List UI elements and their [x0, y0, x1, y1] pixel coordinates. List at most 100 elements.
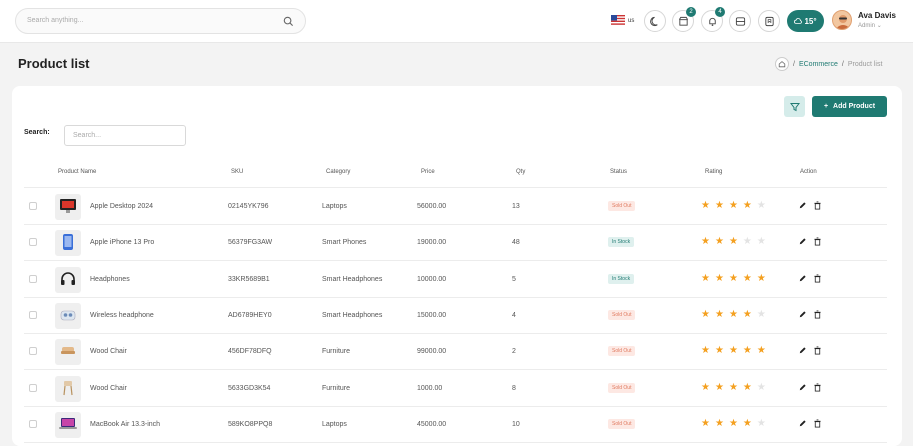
us-flag-icon[interactable] — [611, 15, 625, 25]
user-name[interactable]: Ava Davis — [858, 11, 896, 20]
cart-button[interactable]: 2 — [672, 7, 696, 32]
desktop-icon — [59, 198, 77, 216]
star-icon: ★ — [742, 308, 752, 320]
star-icon: ★ — [756, 200, 766, 211]
global-search-input[interactable]: Search anything... — [15, 8, 306, 34]
trash-icon[interactable] — [813, 310, 822, 319]
product-sku: 589KO8PPQ8 — [228, 420, 273, 428]
user-avatar-icon — [836, 15, 850, 29]
status-badge: Sold Out — [608, 346, 636, 357]
column-header: Rating — [705, 169, 723, 175]
bookmark-icon — [764, 16, 774, 26]
row-actions — [798, 419, 822, 428]
row-actions — [798, 237, 822, 246]
product-sku: 5633GD3K54 — [228, 384, 271, 392]
product-thumbnail — [55, 375, 81, 402]
apps-button[interactable] — [729, 10, 751, 32]
breadcrumb-separator: / — [793, 60, 795, 68]
star-icon: ★ — [728, 272, 738, 284]
product-thumbnail — [55, 411, 81, 438]
column-header: Action — [800, 169, 817, 175]
star-icon: ★ — [756, 308, 766, 320]
cart-count-badge: 2 — [686, 7, 696, 17]
product-list-card: + Add Product Search: Search... Product … — [12, 86, 902, 446]
bookmark-button[interactable] — [758, 10, 780, 32]
table-search-placeholder: Search... — [73, 132, 102, 139]
phone-icon — [62, 233, 74, 253]
rating-stars: ★ ★ ★ ★ ★ — [701, 308, 766, 320]
table-row[interactable]: Wood Chair 5633GD3K54 Furniture 1000.00 8 Sol… — [24, 371, 887, 407]
row-actions — [798, 310, 822, 319]
product-qty: 10 — [512, 420, 520, 428]
product-name: Apple Desktop 2024 — [90, 203, 154, 210]
table-row[interactable]: Apple Desktop 2024 02145YK796 Laptops 56000… — [24, 189, 887, 225]
edit-icon[interactable] — [798, 383, 807, 392]
add-product-button[interactable]: + Add Product — [812, 96, 887, 117]
product-price: 10000.00 — [417, 275, 447, 283]
notifications-button[interactable]: 4 — [701, 7, 725, 32]
star-icon: ★ — [742, 200, 752, 211]
product-qty: 4 — [512, 311, 516, 319]
table-row[interactable]: Wood Chair 456DF78DFQ Furniture 99000.00 2 So… — [24, 334, 887, 371]
row-checkbox[interactable] — [29, 347, 37, 356]
table-row[interactable]: MacBook Air 13.3-inch 589KO8PPQ8 Laptops 45… — [24, 407, 887, 443]
star-icon: ★ — [701, 200, 710, 211]
edit-icon[interactable] — [798, 310, 807, 319]
product-name: Headphones — [90, 275, 130, 283]
star-icon: ★ — [714, 345, 724, 357]
edit-icon[interactable] — [798, 346, 807, 355]
filter-button[interactable] — [784, 96, 805, 117]
product-sku: 33KR5689B1 — [228, 275, 270, 283]
trash-icon[interactable] — [813, 201, 822, 210]
product-name: Apple iPhone 13 Pro — [90, 239, 155, 247]
star-icon: ★ — [728, 308, 738, 320]
breadcrumb-current: Product list — [847, 60, 883, 68]
avatar[interactable] — [832, 10, 852, 30]
language-label[interactable]: us — [628, 18, 634, 24]
table-search-input[interactable]: Search... — [64, 125, 186, 146]
star-icon: ★ — [756, 345, 766, 357]
dark-mode-toggle[interactable] — [644, 10, 666, 32]
edit-icon[interactable] — [798, 201, 807, 210]
table-row[interactable]: Headphones 33KR5689B1 Smart Headphones 1000… — [24, 262, 887, 298]
page-title: Product list — [18, 56, 90, 71]
chair-icon — [59, 344, 77, 360]
row-checkbox[interactable] — [29, 202, 37, 210]
product-price: 1000.00 — [417, 384, 443, 392]
table-row[interactable]: Apple iPhone 13 Pro 56379FG3AW Smart Phone… — [24, 225, 887, 262]
star-icon: ★ — [756, 236, 766, 248]
breadcrumb-home[interactable] — [775, 57, 789, 71]
trash-icon[interactable] — [813, 382, 822, 392]
row-checkbox[interactable] — [29, 383, 37, 392]
trash-icon[interactable] — [813, 274, 822, 283]
breadcrumb-ecommerce[interactable]: ECommerce — [799, 61, 838, 68]
star-icon: ★ — [742, 417, 752, 429]
status-badge: Sold Out — [608, 382, 636, 393]
product-name: MacBook Air 13.3-inch — [90, 420, 161, 428]
row-checkbox[interactable] — [29, 238, 37, 247]
status-badge: Sold Out — [608, 309, 636, 320]
product-thumbnail — [55, 266, 81, 293]
trash-icon[interactable] — [813, 237, 822, 246]
edit-icon[interactable] — [798, 237, 807, 246]
user-role[interactable]: Admin ⌄ — [858, 22, 882, 29]
product-sku: AD6789HEY0 — [228, 311, 272, 319]
row-checkbox[interactable] — [29, 419, 37, 428]
table-row[interactable]: Wireless headphone AD6789HEY0 Smart Headph… — [24, 298, 887, 334]
weather-widget[interactable]: 15° — [787, 10, 824, 32]
star-icon: ★ — [701, 236, 710, 248]
headphones-icon — [60, 271, 76, 289]
trash-icon[interactable] — [813, 346, 822, 355]
table-header: Product Name SKU Category Price Qty Stat… — [24, 166, 887, 188]
trash-icon[interactable] — [813, 419, 822, 428]
row-checkbox[interactable] — [29, 274, 37, 283]
edit-icon[interactable] — [798, 419, 807, 428]
chevron-down-icon: ⌄ — [876, 23, 882, 29]
star-icon: ★ — [756, 417, 766, 429]
moon-icon — [649, 16, 658, 26]
row-checkbox[interactable] — [29, 310, 37, 319]
edit-icon[interactable] — [798, 274, 807, 283]
star-icon: ★ — [701, 417, 710, 429]
product-qty: 2 — [512, 348, 516, 356]
row-actions — [798, 382, 822, 392]
